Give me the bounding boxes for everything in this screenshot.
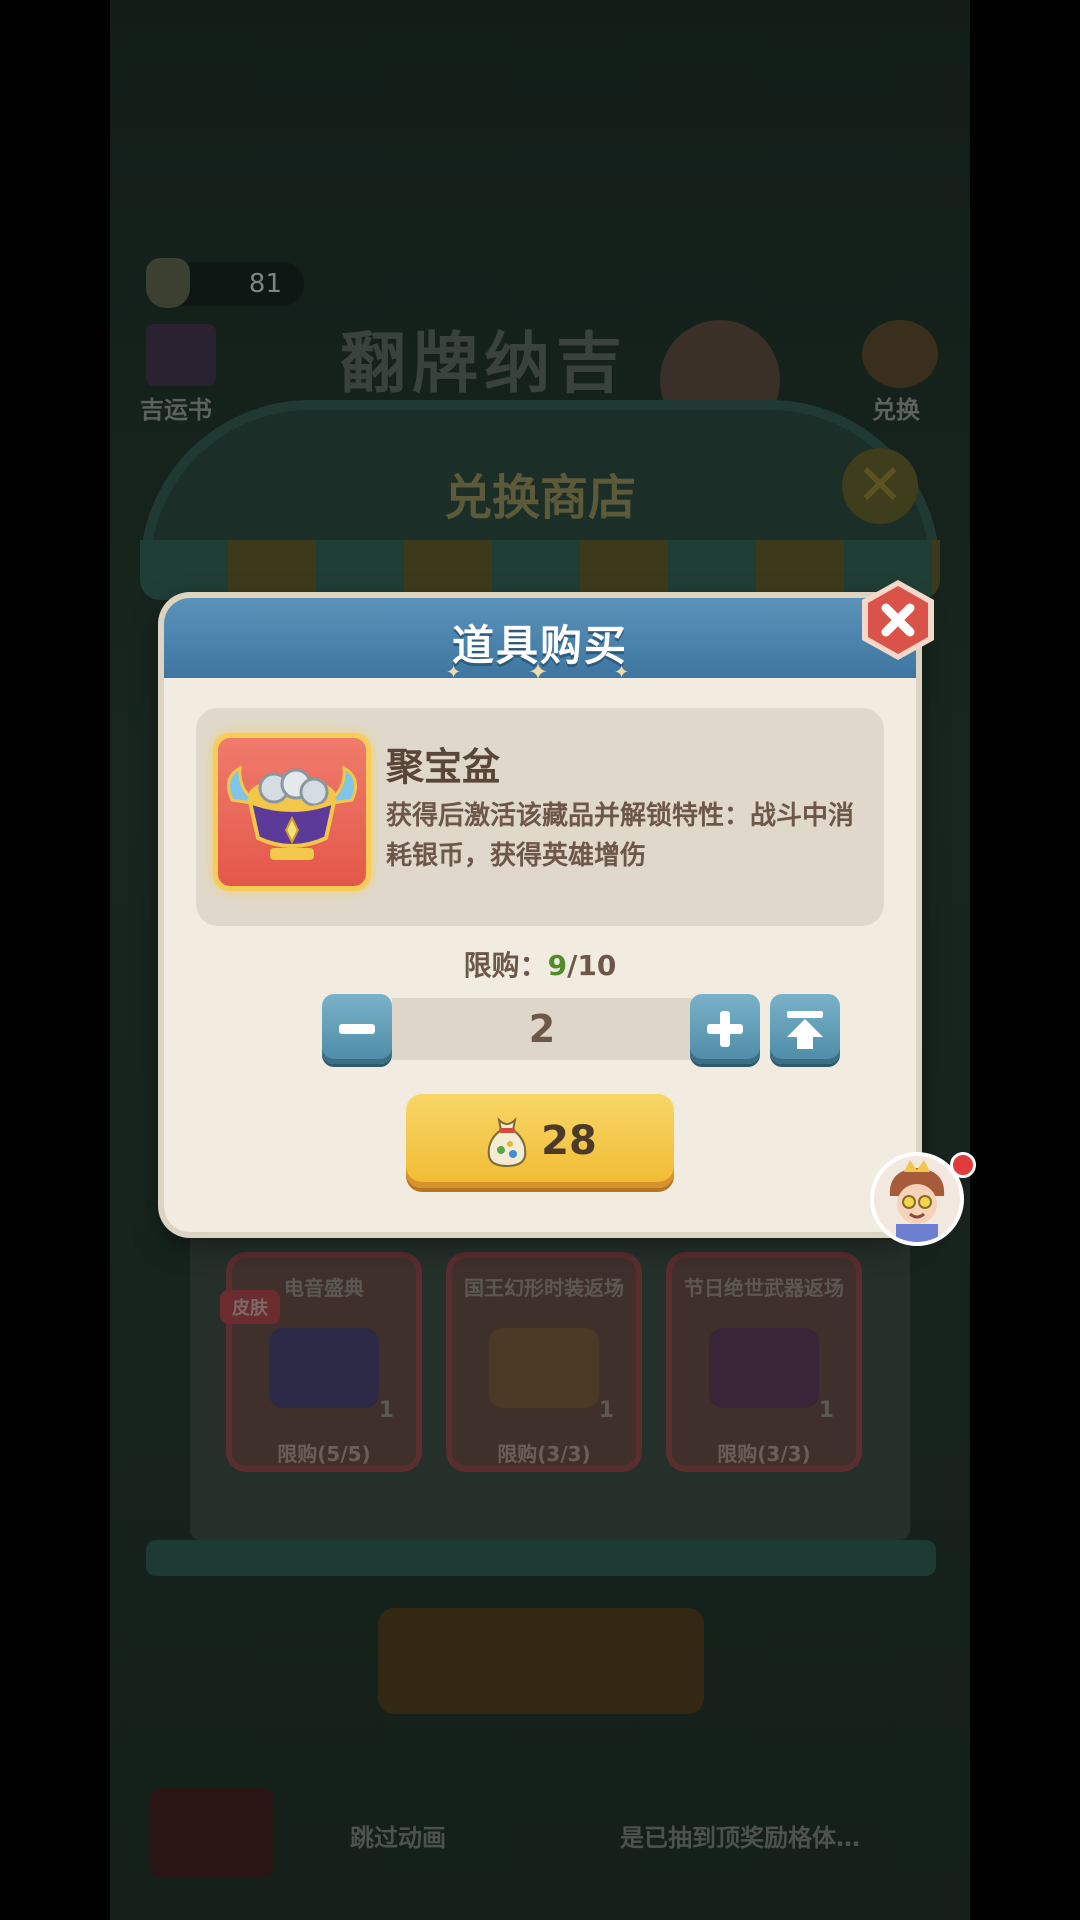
buy-price: 28 — [541, 1118, 597, 1164]
purchase-limit-max: 10 — [577, 949, 617, 982]
shop-card[interactable]: 国王幻形时装返场 1 限购(3/3) — [446, 1252, 642, 1472]
shop-close-icon[interactable]: ✕ — [842, 448, 918, 524]
decrease-button[interactable] — [322, 994, 392, 1064]
shop-card-limit: 限购(5/5) — [277, 1442, 371, 1466]
sparkle-icon: ✦ — [614, 662, 630, 683]
right-menu-label: 兑换 — [872, 396, 920, 424]
shop-card[interactable]: 节日绝世武器返场 1 限购(3/3) — [666, 1252, 862, 1472]
treasure-bowl-icon — [218, 738, 366, 886]
gift-book-icon[interactable] — [146, 324, 216, 386]
shop-card-count: 1 — [598, 1398, 614, 1423]
item-description: 获得后激活该藏品并解锁特性：战斗中消耗银币，获得英雄增伤 — [386, 801, 855, 871]
shop-card-count: 1 — [378, 1398, 394, 1423]
notification-dot — [950, 1152, 976, 1178]
shop-card-title: 国王幻形时装返场 — [464, 1276, 624, 1300]
left-menu-label: 吉运书 — [140, 396, 212, 424]
money-bag-icon — [487, 1116, 527, 1168]
gift-chest-icon — [489, 1328, 599, 1408]
increase-button[interactable] — [690, 994, 760, 1064]
exchange-icon[interactable] — [862, 320, 938, 388]
draw-button[interactable] — [378, 1608, 704, 1714]
close-button[interactable] — [856, 578, 940, 662]
speaker-box-icon — [269, 1328, 379, 1408]
currency-amount: 81 — [248, 269, 282, 299]
back-button[interactable] — [150, 1788, 274, 1878]
bottom-hint: 是已抽到顶奖励格体… — [620, 1824, 860, 1852]
money-bag-icon — [146, 258, 190, 308]
purchase-limit-label: 限购： — [463, 949, 548, 982]
purchase-limit-current: 9 — [547, 949, 568, 982]
sparkle-icon: ✦ — [446, 662, 462, 683]
plus-icon — [707, 1011, 743, 1047]
shop-base — [146, 1540, 936, 1576]
minus-icon — [339, 1024, 375, 1034]
shop-title: 兑换商店 — [443, 470, 636, 526]
event-banner: 翻牌纳吉 — [340, 325, 628, 402]
shop-card-title: 节日绝世武器返场 — [684, 1276, 844, 1300]
close-icon — [862, 580, 934, 660]
shop-card-limit: 限购(3/3) — [717, 1442, 811, 1466]
max-quantity-button[interactable] — [770, 994, 840, 1064]
shop-card-limit: 限购(3/3) — [497, 1442, 591, 1466]
gift-box-icon — [709, 1328, 819, 1408]
max-arrow-icon — [787, 1011, 823, 1049]
purchase-limit: 限购：9/10 — [0, 944, 1080, 984]
buy-button[interactable]: 28 — [406, 1094, 674, 1188]
sparkle-icon: ✦ — [528, 658, 549, 686]
skip-animation-label[interactable]: 跳过动画 — [350, 1818, 446, 1853]
quantity-input[interactable]: 2 — [392, 998, 692, 1060]
skin-tag: 皮肤 — [220, 1290, 280, 1324]
shop-card-count: 1 — [818, 1398, 834, 1423]
shop-card[interactable]: 电音盛典 1 限购(5/5) — [226, 1252, 422, 1472]
purchase-limit-separator: / — [567, 949, 578, 982]
item-name: 聚宝盆 — [386, 745, 501, 789]
shop-awning — [140, 540, 940, 600]
king-avatar-icon — [889, 1160, 945, 1242]
